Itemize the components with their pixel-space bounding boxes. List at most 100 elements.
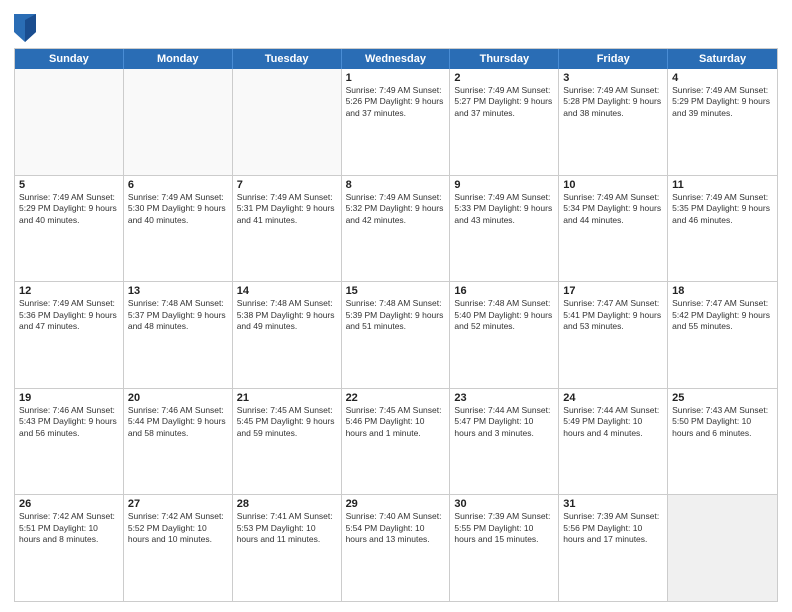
page: SundayMondayTuesdayWednesdayThursdayFrid… <box>0 0 792 612</box>
day-number: 28 <box>237 498 337 510</box>
cell-content: Sunrise: 7:40 AM Sunset: 5:54 PM Dayligh… <box>346 511 446 545</box>
cell-content: Sunrise: 7:49 AM Sunset: 5:31 PM Dayligh… <box>237 192 337 226</box>
calendar-cell: 13Sunrise: 7:48 AM Sunset: 5:37 PM Dayli… <box>124 282 233 388</box>
day-number: 24 <box>563 392 663 404</box>
calendar-cell: 27Sunrise: 7:42 AM Sunset: 5:52 PM Dayli… <box>124 495 233 601</box>
calendar-cell: 7Sunrise: 7:49 AM Sunset: 5:31 PM Daylig… <box>233 176 342 282</box>
day-number: 22 <box>346 392 446 404</box>
day-number: 13 <box>128 285 228 297</box>
calendar: SundayMondayTuesdayWednesdayThursdayFrid… <box>14 48 778 602</box>
header-cell-thursday: Thursday <box>450 49 559 69</box>
header <box>14 10 778 42</box>
cell-content: Sunrise: 7:39 AM Sunset: 5:55 PM Dayligh… <box>454 511 554 545</box>
calendar-row-5: 26Sunrise: 7:42 AM Sunset: 5:51 PM Dayli… <box>15 495 777 601</box>
cell-content: Sunrise: 7:39 AM Sunset: 5:56 PM Dayligh… <box>563 511 663 545</box>
cell-content: Sunrise: 7:44 AM Sunset: 5:47 PM Dayligh… <box>454 405 554 439</box>
cell-content: Sunrise: 7:48 AM Sunset: 5:39 PM Dayligh… <box>346 298 446 332</box>
cell-content: Sunrise: 7:49 AM Sunset: 5:28 PM Dayligh… <box>563 85 663 119</box>
day-number: 21 <box>237 392 337 404</box>
calendar-cell: 2Sunrise: 7:49 AM Sunset: 5:27 PM Daylig… <box>450 69 559 175</box>
header-cell-wednesday: Wednesday <box>342 49 451 69</box>
calendar-cell: 26Sunrise: 7:42 AM Sunset: 5:51 PM Dayli… <box>15 495 124 601</box>
cell-content: Sunrise: 7:49 AM Sunset: 5:29 PM Dayligh… <box>19 192 119 226</box>
calendar-cell: 4Sunrise: 7:49 AM Sunset: 5:29 PM Daylig… <box>668 69 777 175</box>
header-cell-friday: Friday <box>559 49 668 69</box>
calendar-row-1: 1Sunrise: 7:49 AM Sunset: 5:26 PM Daylig… <box>15 69 777 176</box>
calendar-cell: 12Sunrise: 7:49 AM Sunset: 5:36 PM Dayli… <box>15 282 124 388</box>
cell-content: Sunrise: 7:43 AM Sunset: 5:50 PM Dayligh… <box>672 405 773 439</box>
day-number: 20 <box>128 392 228 404</box>
calendar-cell: 15Sunrise: 7:48 AM Sunset: 5:39 PM Dayli… <box>342 282 451 388</box>
day-number: 30 <box>454 498 554 510</box>
calendar-cell <box>15 69 124 175</box>
cell-content: Sunrise: 7:46 AM Sunset: 5:44 PM Dayligh… <box>128 405 228 439</box>
cell-content: Sunrise: 7:49 AM Sunset: 5:35 PM Dayligh… <box>672 192 773 226</box>
calendar-cell: 17Sunrise: 7:47 AM Sunset: 5:41 PM Dayli… <box>559 282 668 388</box>
day-number: 3 <box>563 72 663 84</box>
day-number: 18 <box>672 285 773 297</box>
cell-content: Sunrise: 7:41 AM Sunset: 5:53 PM Dayligh… <box>237 511 337 545</box>
day-number: 10 <box>563 179 663 191</box>
calendar-cell: 10Sunrise: 7:49 AM Sunset: 5:34 PM Dayli… <box>559 176 668 282</box>
header-cell-saturday: Saturday <box>668 49 777 69</box>
cell-content: Sunrise: 7:47 AM Sunset: 5:41 PM Dayligh… <box>563 298 663 332</box>
cell-content: Sunrise: 7:42 AM Sunset: 5:52 PM Dayligh… <box>128 511 228 545</box>
calendar-cell: 16Sunrise: 7:48 AM Sunset: 5:40 PM Dayli… <box>450 282 559 388</box>
calendar-cell: 9Sunrise: 7:49 AM Sunset: 5:33 PM Daylig… <box>450 176 559 282</box>
cell-content: Sunrise: 7:47 AM Sunset: 5:42 PM Dayligh… <box>672 298 773 332</box>
cell-content: Sunrise: 7:49 AM Sunset: 5:36 PM Dayligh… <box>19 298 119 332</box>
calendar-cell <box>233 69 342 175</box>
cell-content: Sunrise: 7:49 AM Sunset: 5:27 PM Dayligh… <box>454 85 554 119</box>
day-number: 2 <box>454 72 554 84</box>
cell-content: Sunrise: 7:48 AM Sunset: 5:40 PM Dayligh… <box>454 298 554 332</box>
cell-content: Sunrise: 7:45 AM Sunset: 5:46 PM Dayligh… <box>346 405 446 439</box>
day-number: 7 <box>237 179 337 191</box>
calendar-cell: 21Sunrise: 7:45 AM Sunset: 5:45 PM Dayli… <box>233 389 342 495</box>
day-number: 12 <box>19 285 119 297</box>
cell-content: Sunrise: 7:49 AM Sunset: 5:30 PM Dayligh… <box>128 192 228 226</box>
day-number: 29 <box>346 498 446 510</box>
day-number: 5 <box>19 179 119 191</box>
day-number: 15 <box>346 285 446 297</box>
calendar-cell: 28Sunrise: 7:41 AM Sunset: 5:53 PM Dayli… <box>233 495 342 601</box>
cell-content: Sunrise: 7:44 AM Sunset: 5:49 PM Dayligh… <box>563 405 663 439</box>
day-number: 4 <box>672 72 773 84</box>
day-number: 6 <box>128 179 228 191</box>
cell-content: Sunrise: 7:48 AM Sunset: 5:38 PM Dayligh… <box>237 298 337 332</box>
calendar-cell: 6Sunrise: 7:49 AM Sunset: 5:30 PM Daylig… <box>124 176 233 282</box>
day-number: 17 <box>563 285 663 297</box>
cell-content: Sunrise: 7:42 AM Sunset: 5:51 PM Dayligh… <box>19 511 119 545</box>
day-number: 1 <box>346 72 446 84</box>
calendar-row-4: 19Sunrise: 7:46 AM Sunset: 5:43 PM Dayli… <box>15 389 777 496</box>
logo-icon <box>14 14 36 42</box>
calendar-cell: 29Sunrise: 7:40 AM Sunset: 5:54 PM Dayli… <box>342 495 451 601</box>
calendar-row-3: 12Sunrise: 7:49 AM Sunset: 5:36 PM Dayli… <box>15 282 777 389</box>
calendar-row-2: 5Sunrise: 7:49 AM Sunset: 5:29 PM Daylig… <box>15 176 777 283</box>
calendar-cell: 22Sunrise: 7:45 AM Sunset: 5:46 PM Dayli… <box>342 389 451 495</box>
cell-content: Sunrise: 7:46 AM Sunset: 5:43 PM Dayligh… <box>19 405 119 439</box>
logo <box>14 14 38 42</box>
day-number: 23 <box>454 392 554 404</box>
calendar-cell: 24Sunrise: 7:44 AM Sunset: 5:49 PM Dayli… <box>559 389 668 495</box>
cell-content: Sunrise: 7:49 AM Sunset: 5:32 PM Dayligh… <box>346 192 446 226</box>
day-number: 14 <box>237 285 337 297</box>
header-cell-tuesday: Tuesday <box>233 49 342 69</box>
cell-content: Sunrise: 7:49 AM Sunset: 5:33 PM Dayligh… <box>454 192 554 226</box>
header-cell-sunday: Sunday <box>15 49 124 69</box>
calendar-cell: 5Sunrise: 7:49 AM Sunset: 5:29 PM Daylig… <box>15 176 124 282</box>
day-number: 9 <box>454 179 554 191</box>
calendar-cell: 3Sunrise: 7:49 AM Sunset: 5:28 PM Daylig… <box>559 69 668 175</box>
day-number: 25 <box>672 392 773 404</box>
header-cell-monday: Monday <box>124 49 233 69</box>
calendar-cell: 23Sunrise: 7:44 AM Sunset: 5:47 PM Dayli… <box>450 389 559 495</box>
calendar-header: SundayMondayTuesdayWednesdayThursdayFrid… <box>15 49 777 69</box>
cell-content: Sunrise: 7:49 AM Sunset: 5:26 PM Dayligh… <box>346 85 446 119</box>
calendar-cell: 25Sunrise: 7:43 AM Sunset: 5:50 PM Dayli… <box>668 389 777 495</box>
day-number: 11 <box>672 179 773 191</box>
calendar-cell <box>668 495 777 601</box>
day-number: 16 <box>454 285 554 297</box>
day-number: 8 <box>346 179 446 191</box>
cell-content: Sunrise: 7:49 AM Sunset: 5:34 PM Dayligh… <box>563 192 663 226</box>
cell-content: Sunrise: 7:45 AM Sunset: 5:45 PM Dayligh… <box>237 405 337 439</box>
cell-content: Sunrise: 7:48 AM Sunset: 5:37 PM Dayligh… <box>128 298 228 332</box>
